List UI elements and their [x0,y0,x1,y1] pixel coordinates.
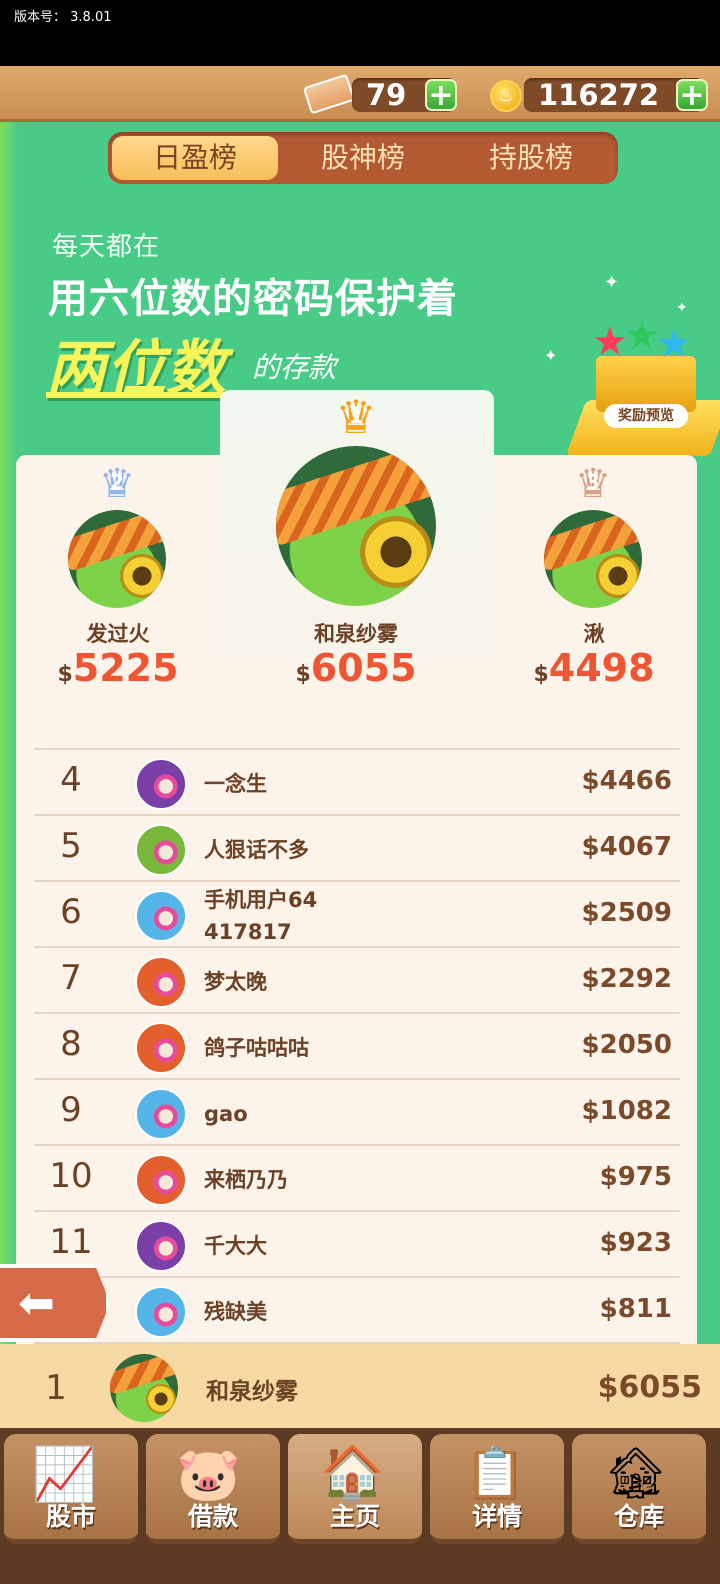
avatar[interactable] [135,956,187,1008]
avatar[interactable] [135,1220,187,1272]
piggy-bank-icon: 🐷 [176,1445,241,1505]
player-money: $4067 [581,832,672,862]
player-name: 梦太晚 [204,970,267,994]
my-rank-bar: 1 和泉纱雾 $6055 [0,1344,720,1432]
nav-details[interactable]: 📋 详情 [430,1434,564,1544]
avatar[interactable] [68,510,166,608]
avatar[interactable] [135,1022,187,1074]
back-button[interactable]: ⬅ [0,1264,110,1342]
my-money: $6055 [597,1370,702,1405]
table-row[interactable]: 12残缺美$811 [34,1276,680,1342]
profile-card-icon: 📋 [464,1444,527,1502]
player-money: $2050 [581,1030,672,1060]
table-row[interactable]: 8 鸽子咕咕咕 $2050 [34,1012,680,1078]
podium-money-3: $4498 [533,646,655,690]
table-row[interactable]: 9 gao $1082 [34,1078,680,1144]
avatar[interactable] [276,446,436,606]
podium-money-1: $6055 [295,646,417,690]
headline-line-4: 的存款 [252,351,337,384]
avatar[interactable] [110,1354,178,1422]
podium-name-2: 发过火 [86,622,150,646]
tab-stock-god[interactable]: 股神榜 [280,136,446,180]
tab-daily-profit[interactable]: 日盈榜 [112,136,278,180]
version-label: 版本号： 3.8.01 [14,10,112,25]
player-money: $923 [599,1228,672,1258]
player-name: 来栖乃乃 [204,1168,288,1192]
add-tickets-button[interactable]: + [425,79,457,111]
headline-line-1: 每天都在 [52,232,161,262]
player-name: 鸽子咕咕咕 [204,1036,309,1060]
rank-number: 4 [60,760,82,800]
podium-rank-3: 3 [586,470,600,494]
warehouse-icon: 🏚 [604,1444,668,1502]
player-name: 残缺美 [204,1300,267,1324]
sparkle-icon: ✦ [604,272,620,293]
table-row[interactable]: 6 手机用户64 417817 $2509 [34,880,680,946]
nav-home[interactable]: 🏠 主页 [288,1434,422,1544]
star-icon: ★ [592,319,628,365]
nav-loan[interactable]: 🐷 借款 [146,1434,280,1544]
player-money: $975 [599,1162,672,1192]
table-row[interactable]: 4 一念生 $4466 [34,748,680,814]
rank-number: 9 [60,1090,82,1130]
player-money: $1082 [581,1096,672,1126]
podium-rank-1: 1 [348,404,364,429]
headline-highlight: 两位数 [46,334,226,404]
rank-number: 6 [60,892,82,932]
table-row[interactable]: 5 人狠话不多 $4067 [34,814,680,880]
rank-number: 7 [60,958,82,998]
arrow-left-icon: ⬅ [18,1278,55,1329]
leaderboard-tabs: 日盈榜 股神榜 持股榜 [108,132,618,184]
player-money: $2292 [581,964,672,994]
rank-number: 10 [49,1156,93,1196]
nav-warehouse[interactable]: 🏚 仓库 [572,1434,706,1544]
avatar[interactable] [135,1088,187,1140]
sparkle-icon: ✦ [676,300,688,316]
player-money: $4466 [581,766,672,796]
tab-holdings[interactable]: 持股榜 [448,136,614,180]
bottom-nav: 📈 股市 🐷 借款 🏠 主页 📋 详情 🏚 仓库 [0,1428,720,1584]
player-name: 千大大 [204,1234,267,1258]
player-money: $2509 [581,898,672,928]
coin-icon: ♨ [490,80,522,112]
player-name: 人狠话不多 [204,838,309,862]
podium-money-2: $5225 [57,646,179,690]
nav-stock-market[interactable]: 📈 股市 [4,1434,138,1544]
avatar[interactable] [135,890,187,942]
podium-name-1: 和泉纱雾 [314,622,398,646]
podium-name-3: 湫 [583,622,605,646]
avatar[interactable] [544,510,642,608]
avatar[interactable] [135,1286,187,1338]
podium-rank-2: 2 [110,470,124,494]
avatar[interactable] [135,824,187,876]
player-name: gao [204,1102,248,1126]
chart-icon: 📈 [32,1445,97,1505]
my-name: 和泉纱雾 [206,1379,298,1405]
my-rank: 1 [45,1368,67,1408]
table-row[interactable]: 11 千大大 $923 [34,1210,680,1276]
star-icon: ★ [656,321,692,367]
avatar[interactable] [135,758,187,810]
avatar[interactable] [135,1154,187,1206]
player-name: 一念生 [204,772,267,796]
table-row[interactable]: 7 梦太晚 $2292 [34,946,680,1012]
rank-number: 8 [60,1024,82,1064]
house-icon: 🏠 [320,1443,385,1503]
player-name: 手机用户64 417817 [204,888,318,944]
star-icon: ★ [624,313,660,359]
sparkle-icon: ✦ [544,346,558,365]
player-money: $811 [599,1294,672,1324]
reward-preview-button[interactable]: 奖励预览 [604,404,688,428]
rank-number: 11 [49,1222,93,1262]
table-row[interactable]: 10 来栖乃乃 $975 [34,1144,680,1210]
rank-number: 5 [60,826,82,866]
add-coins-button[interactable]: + [676,79,708,111]
headline-line-2: 用六位数的密码保护着 [48,276,458,322]
